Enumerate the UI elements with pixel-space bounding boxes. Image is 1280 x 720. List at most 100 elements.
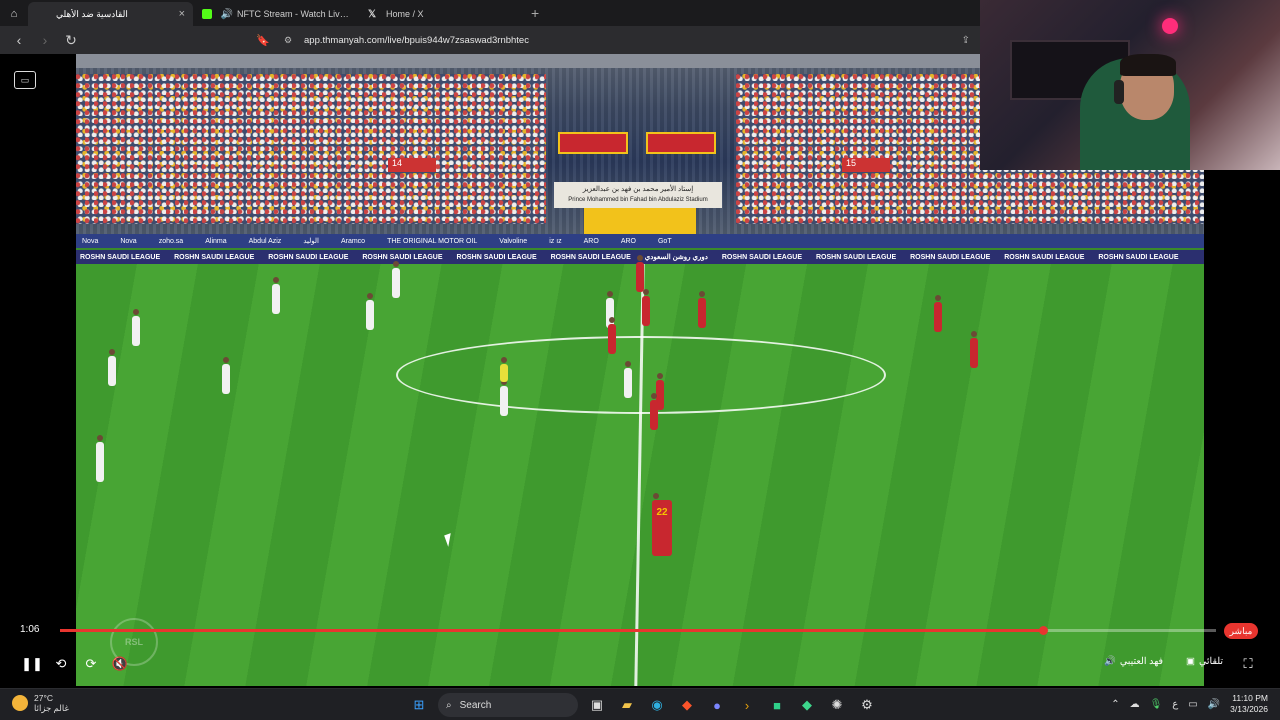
- player-white: [108, 349, 116, 386]
- forward-icon[interactable]: ⟳: [81, 654, 101, 674]
- address-bar[interactable]: 🔖 ⚙ app.thmanyah.com/live/bpuis944w7zsas…: [256, 29, 980, 51]
- edge-icon[interactable]: ◉: [646, 694, 668, 716]
- fullscreen-button[interactable]: ⛶: [1238, 654, 1258, 674]
- league-board-item: ROSHN SAUDI LEAGUE: [1098, 253, 1179, 261]
- quality-icon: ▣: [1186, 656, 1195, 667]
- ad-item: الوليد: [303, 238, 319, 245]
- ad-boards: Nova Nova zoho.sa Alinma Abdul Aziz الول…: [76, 234, 1204, 248]
- home-tab-icon[interactable]: ⌂: [0, 2, 28, 26]
- commentator-name: فهد العتيبي: [1119, 656, 1164, 667]
- player-red: [608, 317, 616, 354]
- player-red: [636, 255, 644, 292]
- player-red: [642, 289, 650, 326]
- reload-button[interactable]: ↻: [60, 29, 82, 51]
- banner-right: [646, 132, 716, 154]
- player-white: [624, 361, 632, 398]
- weather-text: غالم جزائا: [34, 703, 69, 713]
- network-icon[interactable]: ▭: [1188, 699, 1197, 710]
- player-white: [392, 261, 400, 298]
- cast-icon[interactable]: ▭: [14, 71, 36, 89]
- league-board-item: ROSHN SAUDI LEAGUE: [268, 253, 349, 261]
- league-board-item: ROSHN SAUDI LEAGUE: [456, 253, 537, 261]
- player-white: [222, 357, 230, 394]
- file-explorer-icon[interactable]: ▰: [616, 694, 638, 716]
- chevron-up-icon[interactable]: ⌃: [1111, 699, 1119, 710]
- pause-button[interactable]: ❚❚: [21, 654, 43, 674]
- live-badge[interactable]: مباشر: [1224, 623, 1258, 639]
- tab-nftc-stream[interactable]: 🔊 NFTC Stream - Watch Live on Kick: [193, 2, 358, 26]
- forward-button[interactable]: ›: [34, 29, 56, 51]
- volume-icon[interactable]: 🔊: [1208, 699, 1220, 710]
- plex-icon[interactable]: ›: [736, 694, 758, 716]
- streamer-hair: [1120, 54, 1176, 76]
- league-board-item: ROSHN SAUDI LEAGUE: [721, 253, 802, 261]
- quality-button[interactable]: ▣ تلقائي: [1186, 656, 1223, 667]
- discord-icon[interactable]: ●: [706, 694, 728, 716]
- player-white: [272, 277, 280, 314]
- mute-icon[interactable]: 🔇: [110, 654, 130, 674]
- clock-date: 3/13/2026: [1230, 704, 1268, 714]
- player-red: [970, 331, 978, 368]
- new-tab-button[interactable]: +: [531, 5, 539, 21]
- bookmark-icon[interactable]: 🔖: [256, 34, 272, 47]
- tab-alqadsiah-vs-alahli[interactable]: القادسية ضد الأهلي ×: [28, 2, 193, 26]
- league-board-item: ROSHN SAUDI LEAGUE: [550, 253, 631, 261]
- speaker-icon: 🔊: [220, 8, 234, 20]
- tab-title: NFTC Stream - Watch Live on Kick: [237, 9, 350, 19]
- weather-widget[interactable]: 27°C غالم جزائا: [12, 693, 69, 713]
- player-white: [500, 379, 508, 416]
- league-board-item: ROSHN SAUDI LEAGUE: [362, 253, 443, 261]
- windows-start-icon[interactable]: ⊞: [408, 694, 430, 716]
- ad-item: Nova: [82, 237, 99, 245]
- temperature: 27°C: [34, 693, 53, 703]
- ad-item: ARO: [620, 237, 636, 245]
- current-time: 1:06: [20, 624, 40, 635]
- commentator-button[interactable]: 🔊 فهد العتيبي: [1104, 656, 1163, 667]
- taskbar-search[interactable]: ⌕ Search: [438, 693, 578, 717]
- tab-favicon-icon: [36, 8, 48, 20]
- headset-icon: [1114, 80, 1124, 104]
- ad-item: Alinma: [205, 237, 227, 245]
- share-icon[interactable]: ⇪: [962, 35, 970, 46]
- app-diamond-icon[interactable]: ◆: [796, 694, 818, 716]
- stadium-name-sign: إستاد الأمير محمد بن فهد بن عبدالعزيز Pr…: [554, 182, 722, 208]
- onedrive-icon[interactable]: ☁: [1130, 699, 1140, 710]
- clock[interactable]: 11:10 PM 3/13/2026: [1230, 693, 1268, 715]
- progress-knob[interactable]: [1038, 626, 1048, 635]
- tab-home-x[interactable]: 𝕏 Home / X: [358, 2, 523, 26]
- kick-logo-icon: [201, 8, 213, 20]
- stadium-name-english: Prince Mohammed bin Fahad bin Abdulaziz …: [568, 197, 708, 203]
- weather-icon: [12, 695, 28, 711]
- player-red-number: 22: [652, 493, 672, 556]
- league-board-item: ROSHN SAUDI LEAGUE: [816, 253, 897, 261]
- league-board-item: ROSHN SAUDI LEAGUE: [1004, 253, 1085, 261]
- rewind-icon[interactable]: ⟲: [51, 654, 71, 674]
- windows-taskbar: 27°C غالم جزائا ⊞ ⌕ Search ▣ ▰ ◉ ◆ ● › ■…: [0, 688, 1280, 720]
- chatgpt-icon[interactable]: ✺: [826, 694, 848, 716]
- player-white: [132, 309, 140, 346]
- search-icon: ⌕: [446, 699, 452, 711]
- site-info-icon[interactable]: ⚙: [284, 35, 298, 46]
- section-14-sign: 14: [388, 158, 436, 172]
- league-board-item: ROSHN SAUDI LEAGUE: [80, 253, 161, 261]
- ad-item: zoho.sa: [158, 237, 184, 245]
- language-indicator[interactable]: ع: [1172, 699, 1178, 710]
- system-tray: ⌃ ☁ 🎙 ع ▭ 🔊 11:10 PM 3/13/2026: [1111, 693, 1268, 715]
- ad-item: Valvoline: [499, 237, 528, 245]
- url-text[interactable]: app.thmanyah.com/live/bpuis944w7zsaswad3…: [304, 35, 529, 46]
- clock-time: 11:10 PM: [1232, 693, 1268, 703]
- ad-item: Abdul Aziz: [248, 237, 282, 245]
- player-white: [96, 435, 104, 482]
- ad-item: Nova: [120, 237, 137, 245]
- app-green-icon[interactable]: ■: [766, 694, 788, 716]
- brave-icon[interactable]: ◆: [676, 694, 698, 716]
- task-view-icon[interactable]: ▣: [586, 694, 608, 716]
- microphone-icon[interactable]: 🎙: [1150, 699, 1163, 710]
- back-button[interactable]: ‹: [8, 29, 30, 51]
- tab-title: القادسية ضد الأهلي: [56, 8, 128, 19]
- settings-icon[interactable]: ⚙: [856, 694, 878, 716]
- ad-item: ARO: [583, 237, 599, 245]
- close-tab-icon[interactable]: ×: [179, 8, 185, 20]
- section-15-sign: 15: [842, 158, 890, 172]
- progress-bar[interactable]: [60, 626, 1216, 635]
